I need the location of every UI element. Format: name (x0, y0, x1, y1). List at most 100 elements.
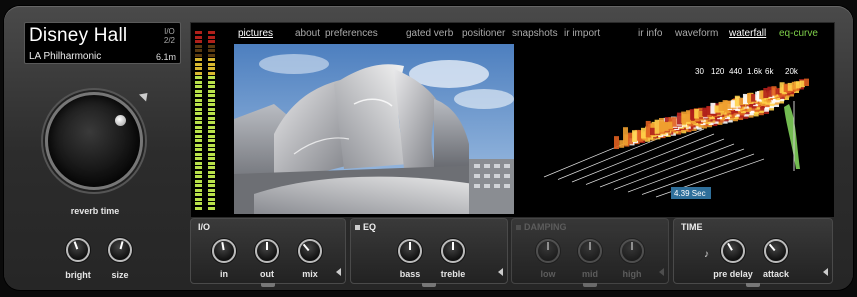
meter-segment (195, 85, 202, 88)
meter-segment (208, 206, 215, 210)
tab-gated-verb[interactable]: gated verb (406, 28, 453, 39)
meter-segment (208, 193, 215, 196)
meter-segment (208, 31, 215, 34)
meter-segment (208, 116, 215, 120)
tab-waterfall[interactable]: waterfall (729, 28, 766, 39)
meter-segment (195, 157, 202, 160)
meter-segment (208, 197, 215, 201)
meter-segment (195, 89, 202, 93)
size-knob[interactable] (108, 238, 132, 262)
meter-segment (195, 31, 202, 34)
meter-segment (195, 98, 202, 102)
meter-segment (208, 157, 215, 160)
waterfall-spectrum-bar (654, 119, 660, 134)
meter-segment (208, 188, 215, 192)
preset-display[interactable]: Disney Hall I/O 2/2 LA Philharmonic 6.1m (24, 22, 181, 64)
meter-segment (208, 143, 215, 147)
bright-knob[interactable] (66, 238, 90, 262)
meter-segment (208, 175, 215, 178)
reverb-time-label: reverb time (70, 206, 120, 216)
meter-segment (195, 44, 202, 48)
eq-enable-icon[interactable] (355, 225, 360, 230)
mix-knob[interactable] (298, 239, 322, 263)
tab-ir-info[interactable]: ir info (638, 28, 662, 39)
tab-about[interactable]: about (295, 28, 320, 39)
meter-segment (195, 206, 202, 210)
eq-panel: EQ bass treble (350, 218, 508, 287)
damping-enable-icon[interactable] (516, 225, 521, 230)
waterfall-spectrum-bar (641, 127, 646, 139)
size-label: size (111, 270, 129, 280)
tab-ir-import[interactable]: ir import (564, 28, 600, 39)
meter-segment (195, 71, 202, 75)
io-config[interactable]: I/O 2/2 (164, 27, 175, 45)
high-knob[interactable] (620, 239, 644, 263)
attack-knob[interactable] (764, 239, 788, 263)
eq-tab-handle (422, 283, 436, 287)
meter-segment (208, 152, 215, 156)
low-knob[interactable] (536, 239, 560, 263)
tab-pictures[interactable]: pictures (238, 28, 273, 39)
preset-length: 6.1m (155, 52, 176, 62)
meter-segment (195, 175, 202, 178)
meter-segment (195, 80, 202, 84)
meter-segment (195, 125, 202, 129)
tab-eq-curve[interactable]: eq-curve (779, 28, 818, 39)
waterfall-spectrum-bar (804, 78, 809, 86)
io-collapse-icon[interactable] (336, 268, 341, 276)
time-readout: 4.39 Sec (674, 189, 706, 198)
meter-segment (208, 184, 215, 187)
damping-collapse-icon[interactable] (659, 268, 664, 276)
hall-picture (234, 44, 514, 214)
tab-preferences[interactable]: preferences (325, 28, 378, 39)
meter-segment (195, 103, 202, 106)
tab-snapshots[interactable]: snapshots (512, 28, 558, 39)
meter-segment (195, 116, 202, 120)
meter-segment (195, 49, 202, 52)
meter-segment (195, 67, 202, 70)
meter-segment (195, 161, 202, 165)
meter-segment (208, 94, 215, 97)
meter-segment (195, 121, 202, 124)
tab-waveform[interactable]: waveform (675, 28, 718, 39)
meter-segment (208, 148, 215, 151)
meter-segment (208, 58, 215, 61)
waterfall-spectrum-bar (650, 127, 655, 135)
meter-segment (208, 67, 215, 70)
meter-segment (195, 166, 202, 169)
damping-panel: DAMPING low mid high (511, 218, 669, 287)
meter-segment (195, 202, 202, 205)
meter-segment (195, 58, 202, 61)
knob-indicator (115, 115, 126, 126)
preset-subtitle: LA Philharmonic (29, 51, 102, 62)
meter-segment (208, 112, 215, 115)
bass-knob[interactable] (398, 239, 422, 263)
preset-name: Disney Hall (29, 25, 128, 46)
meter-segment (195, 112, 202, 115)
meter-segment (208, 161, 215, 165)
meter-segment (208, 134, 215, 138)
mix-label: mix (302, 269, 318, 279)
pre-delay-knob[interactable] (721, 239, 745, 263)
meter-segment (208, 89, 215, 93)
mid-knob[interactable] (578, 239, 602, 263)
meter-segment (208, 80, 215, 84)
treble-knob[interactable] (441, 239, 465, 263)
pre-delay-label: pre delay (713, 269, 753, 279)
level-meter-left (195, 31, 202, 214)
note-icon[interactable]: ♪ (704, 249, 709, 260)
in-label: in (220, 269, 228, 279)
meter-segment (195, 94, 202, 97)
waterfall-spectrum-bar (663, 122, 669, 131)
in-knob[interactable] (212, 239, 236, 263)
out-knob[interactable] (255, 239, 279, 263)
waterfall-grid-line (627, 148, 745, 193)
reverb-time-knob[interactable] (45, 92, 143, 190)
eq-collapse-icon[interactable] (498, 268, 503, 276)
meter-segment (195, 188, 202, 192)
tab-positioner[interactable]: positioner (462, 28, 505, 39)
meter-segment (195, 53, 202, 57)
meter-segment (195, 62, 202, 66)
time-collapse-icon[interactable] (823, 268, 828, 276)
meter-segment (208, 202, 215, 205)
